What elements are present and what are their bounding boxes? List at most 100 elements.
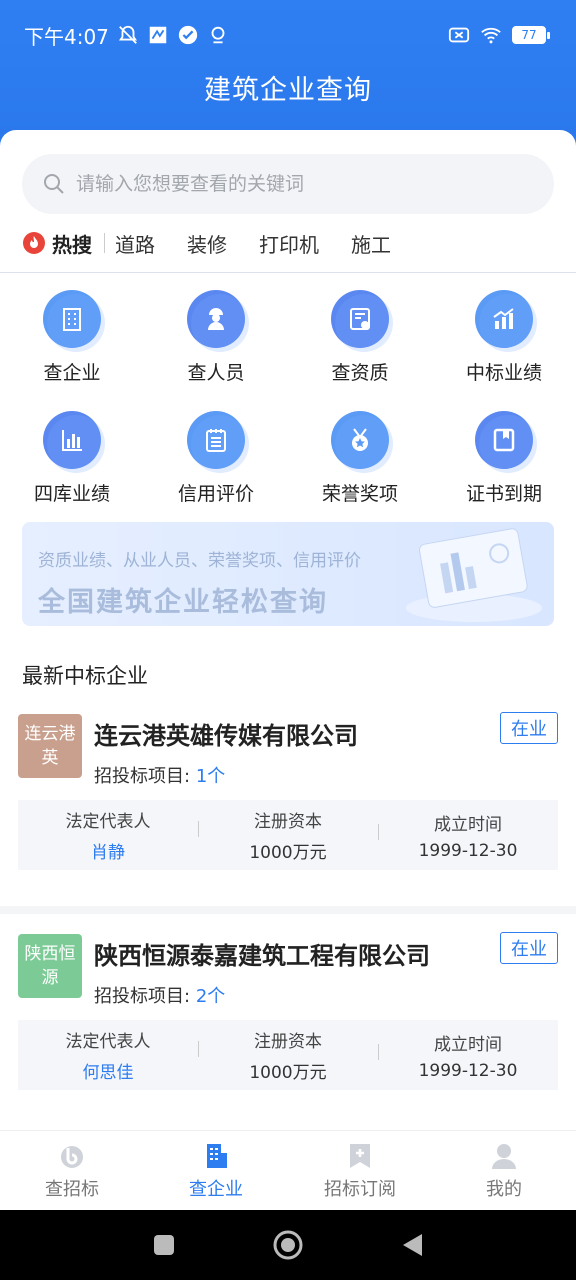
wifi-icon [481,27,501,44]
company-avatar: 陕西恒源 [18,934,82,998]
hot-search-badge: 热搜 [22,229,92,258]
app-notify-icon [149,26,167,44]
feature-credit-rating[interactable]: 信用评价 [144,411,288,506]
search-icon [44,174,64,194]
card-divider [0,906,576,914]
stat-value: 1000万元 [249,1063,327,1083]
hot-search-bar: 热搜 道路 装修 打印机 施工 [22,228,423,258]
project-label: 招投标项目: [94,766,191,787]
feature-grid: 查企业 查人员 查资质 中标业绩 四库业绩 信用评价 荣誉奖项 证书到期 [0,290,576,506]
user-icon [492,1143,516,1169]
section-title: 最新中标企业 [22,664,148,688]
feature-cert-expiry[interactable]: 证书到期 [432,411,576,506]
stat-legal-rep: 法定代表人 肖静 [18,807,198,863]
feature-label: 荣誉奖项 [321,483,398,505]
page-title: 建筑企业查询 [204,75,372,106]
legal-rep-link[interactable]: 何思佳 [18,1058,198,1083]
hot-keyword[interactable]: 装修 [187,229,227,258]
app-header: 下午4:07 77 建筑企业查询 [0,0,576,140]
stat-value: 1999-12-30 [418,840,518,861]
stat-label: 成立时间 [434,1034,502,1055]
feature-honors-awards[interactable]: 荣誉奖项 [288,411,432,506]
feature-bid-performance[interactable]: 中标业绩 [432,290,576,385]
banner-title: 全国建筑企业轻松查询 [38,587,328,618]
mute-bell-icon [118,25,137,44]
stat-label: 法定代表人 [65,812,151,832]
company-avatar: 连云港英 [18,714,82,778]
feature-label: 四库业绩 [33,483,110,505]
feature-label: 中标业绩 [465,362,542,384]
stat-label: 注册资本 [254,1032,322,1052]
status-time: 下午4:07 [24,24,109,49]
notepad-icon [187,411,249,473]
back-icon[interactable] [400,1232,424,1258]
feature-label: 查企业 [43,362,101,384]
feature-four-lib-performance[interactable]: 四库业绩 [0,411,144,506]
stat-value: 1000万元 [249,843,327,863]
system-nav-bar [0,1210,576,1280]
feature-query-person[interactable]: 查人员 [144,290,288,385]
company-name: 连云港英雄传媒有限公司 [94,722,358,750]
search-input[interactable] [76,173,516,195]
company-icon [207,1143,227,1168]
medal-icon [331,411,393,473]
banner-subtitle: 资质业绩、从业人员、荣誉奖项、信用评价 [38,551,361,571]
feature-query-company[interactable]: 查企业 [0,290,144,385]
company-stats: 法定代表人 何思佳 注册资本 1000万元 成立时间 1999-12-30 [18,1020,558,1090]
nav-label: 我的 [486,1178,522,1200]
status-badge: 在业 [500,932,558,964]
legal-rep-link[interactable]: 肖静 [18,838,198,863]
nav-company-search[interactable]: 查企业 [144,1131,288,1210]
feature-label: 信用评价 [177,483,254,505]
battery-icon: 77 [512,26,550,44]
hot-keyword[interactable]: 道路 [115,229,155,258]
company-card[interactable]: 陕西恒源 陕西恒源泰嘉建筑工程有限公司 在业 招投标项目: 2个 法定代表人 何… [0,932,576,1130]
home-icon[interactable] [272,1229,304,1261]
fire-icon [23,232,45,254]
nav-label: 查招标 [45,1178,99,1200]
search-bar[interactable] [22,154,554,214]
nav-bid-search[interactable]: 查招标 [0,1131,144,1210]
hot-search-label: 热搜 [52,232,92,257]
nav-bid-subscribe[interactable]: 招标订阅 [288,1131,432,1210]
project-count-value[interactable]: 2个 [196,986,225,1007]
bottom-nav: 查招标 查企业 招标订阅 我的 [0,1130,576,1210]
company-card[interactable]: 连云港英 连云港英雄传媒有限公司 在业 招投标项目: 1个 法定代表人 肖静 注… [0,712,576,914]
stat-capital: 注册资本 1000万元 [198,1027,378,1083]
project-count: 招投标项目: 2个 [94,982,225,1008]
sim-off-icon [448,27,470,43]
subscribe-icon [350,1143,370,1168]
nav-label: 招标订阅 [324,1178,396,1200]
company-name: 陕西恒源泰嘉建筑工程有限公司 [94,942,430,970]
project-count-value[interactable]: 1个 [196,766,225,787]
feature-label: 查人员 [187,362,245,384]
bookmark-icon [475,411,537,473]
bid-icon [61,1145,83,1168]
stat-label: 成立时间 [434,814,502,835]
feature-query-qualification[interactable]: 查资质 [288,290,432,385]
stat-founded: 成立时间 1999-12-30 [378,1030,558,1081]
hot-keyword[interactable]: 打印机 [259,229,319,258]
status-bar: 下午4:07 77 [24,18,550,52]
recents-icon[interactable] [152,1233,176,1257]
nav-label: 查企业 [189,1178,243,1200]
building-card-illustration [406,528,542,622]
status-badge: 在业 [500,712,558,744]
stat-legal-rep: 法定代表人 何思佳 [18,1027,198,1083]
stat-value: 1999-12-30 [418,1060,518,1081]
promo-banner[interactable]: 资质业绩、从业人员、荣誉奖项、信用评价 全国建筑企业轻松查询 [22,522,554,626]
building-icon [43,290,105,352]
stat-capital: 注册资本 1000万元 [198,807,378,863]
company-stats: 法定代表人 肖静 注册资本 1000万元 成立时间 1999-12-30 [18,800,558,870]
project-label: 招投标项目: [94,986,191,1007]
nav-profile[interactable]: 我的 [432,1131,576,1210]
growth-chart-icon [475,290,537,352]
certificate-icon [331,290,393,352]
stat-founded: 成立时间 1999-12-30 [378,810,558,861]
feature-label: 证书到期 [465,483,542,505]
location-icon [211,26,225,44]
hot-keyword[interactable]: 施工 [351,229,391,258]
stat-label: 注册资本 [254,812,322,832]
check-badge-icon [178,25,198,45]
stat-label: 法定代表人 [65,1032,151,1052]
